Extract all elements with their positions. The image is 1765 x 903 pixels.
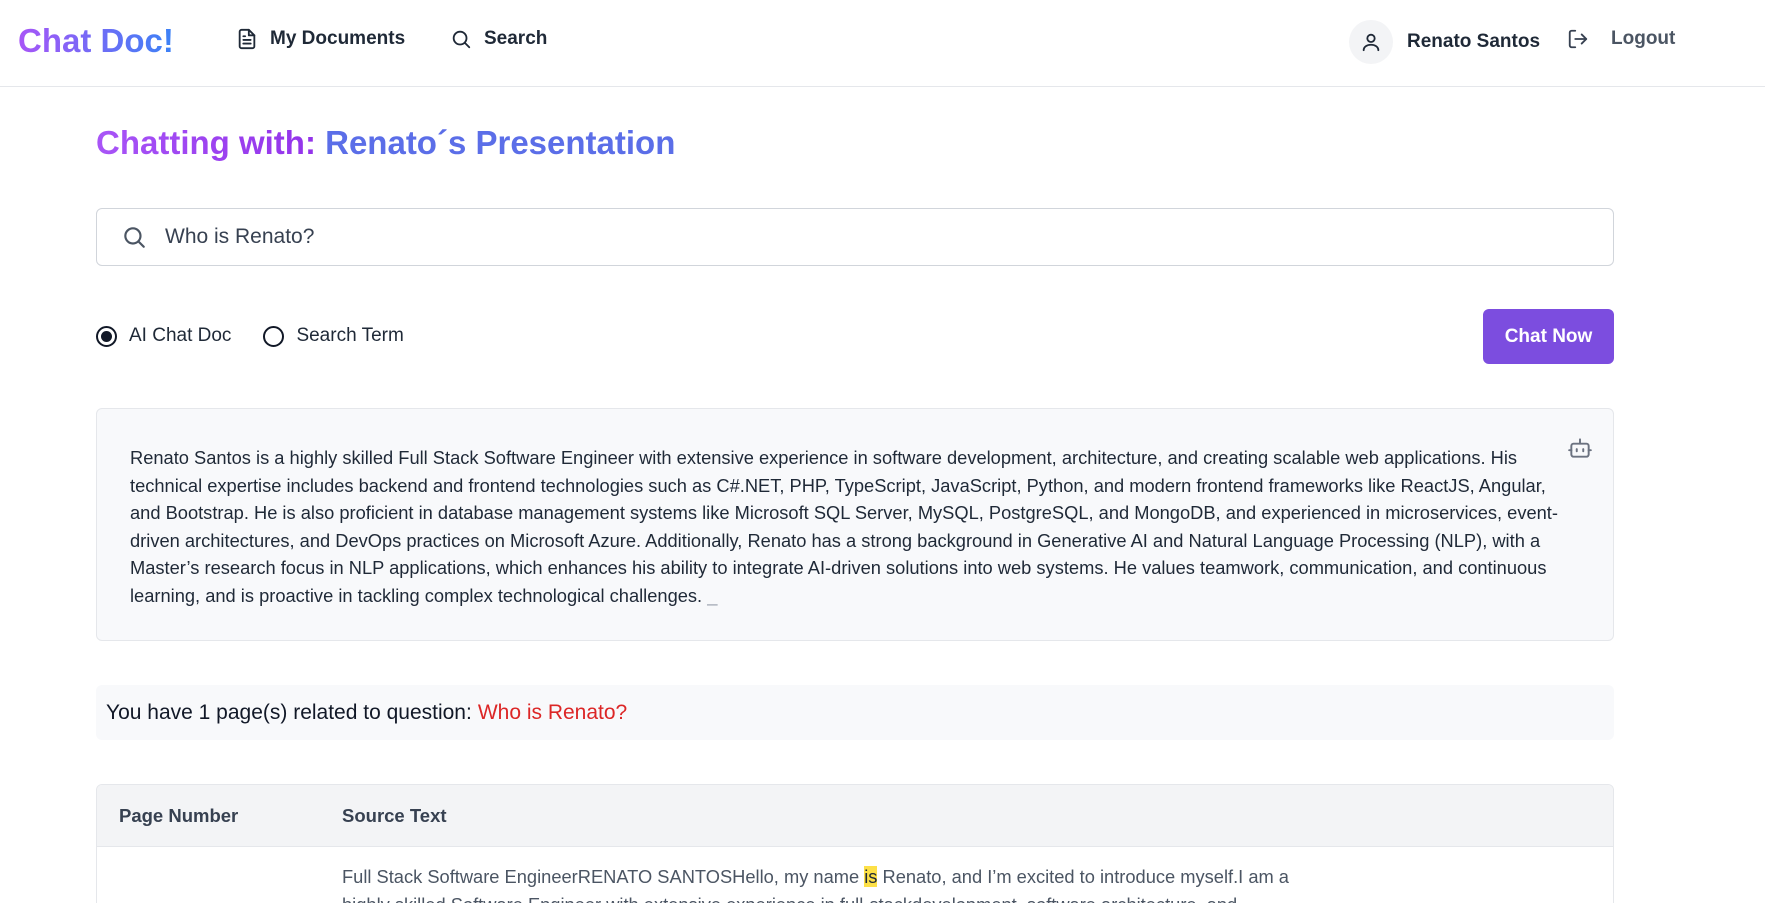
table-row: Full Stack Software EngineerRENATO SANTO… — [97, 847, 1613, 903]
radio-search-term[interactable]: Search Term — [263, 325, 404, 347]
search-term-highlight: is — [864, 866, 878, 887]
related-question: Who is Renato? — [477, 700, 628, 724]
typing-cursor: _ — [707, 584, 718, 606]
cell-source-text: Full Stack Software EngineerRENATO SANTO… — [342, 847, 1322, 903]
user-menu[interactable]: Renato Santos — [1349, 20, 1540, 64]
column-header-page-number: Page Number — [119, 804, 239, 826]
mode-radio-group: AI Chat Doc Search Term — [96, 325, 436, 347]
related-pages-summary: You have 1 page(s) related to question: … — [96, 685, 1614, 740]
table-header: Page Number Source Text — [97, 785, 1613, 847]
ai-answer-body: Renato Santos is a highly skilled Full S… — [130, 447, 1558, 606]
logout-icon — [1568, 29, 1588, 49]
logout-label: Logout — [1611, 28, 1676, 49]
radio-unselected-icon — [263, 325, 285, 347]
page-title-document: Renato´s Presentation — [325, 124, 676, 161]
column-header-source-text: Source Text — [342, 804, 447, 826]
question-search-box[interactable] — [96, 208, 1614, 266]
source-table: Page Number Source Text Full Stack Softw… — [96, 784, 1614, 903]
radio-selected-icon — [96, 325, 117, 347]
ai-answer-text: Renato Santos is a highly skilled Full S… — [130, 444, 1581, 609]
search-icon — [124, 227, 145, 248]
chat-now-button[interactable]: Chat Now — [1483, 309, 1614, 364]
related-pages-text: You have 1 page(s) related to question: — [106, 700, 472, 724]
nav-search-label: Search — [484, 28, 548, 49]
avatar — [1349, 20, 1393, 64]
user-icon — [1362, 33, 1380, 52]
nav-my-documents-label: My Documents — [270, 28, 406, 49]
nav-search[interactable]: Search — [450, 28, 547, 50]
logout-button[interactable]: Logout — [1567, 28, 1675, 50]
nav-my-documents[interactable]: My Documents — [236, 28, 405, 50]
radio-search-term-label: Search Term — [296, 325, 404, 346]
navbar: Chat Doc! My Documents Search Renato San… — [0, 0, 1765, 87]
ai-answer-panel: Renato Santos is a highly skilled Full S… — [96, 408, 1614, 641]
search-icon — [452, 30, 471, 49]
radio-ai-chat-doc-label: AI Chat Doc — [129, 325, 232, 346]
cell-page-number — [97, 847, 342, 903]
user-name: Renato Santos — [1407, 31, 1541, 52]
document-icon — [238, 28, 256, 50]
source-text-before: Full Stack Software EngineerRENATO SANTO… — [342, 866, 865, 887]
robot-icon[interactable] — [1567, 435, 1593, 461]
question-input[interactable] — [165, 225, 1565, 249]
page-title: Chatting with: Renato´s Presentation — [96, 124, 675, 162]
radio-ai-chat-doc[interactable]: AI Chat Doc — [96, 325, 231, 347]
brand-logo[interactable]: Chat Doc! — [18, 22, 174, 60]
page-title-lead: Chatting with: — [96, 124, 316, 161]
